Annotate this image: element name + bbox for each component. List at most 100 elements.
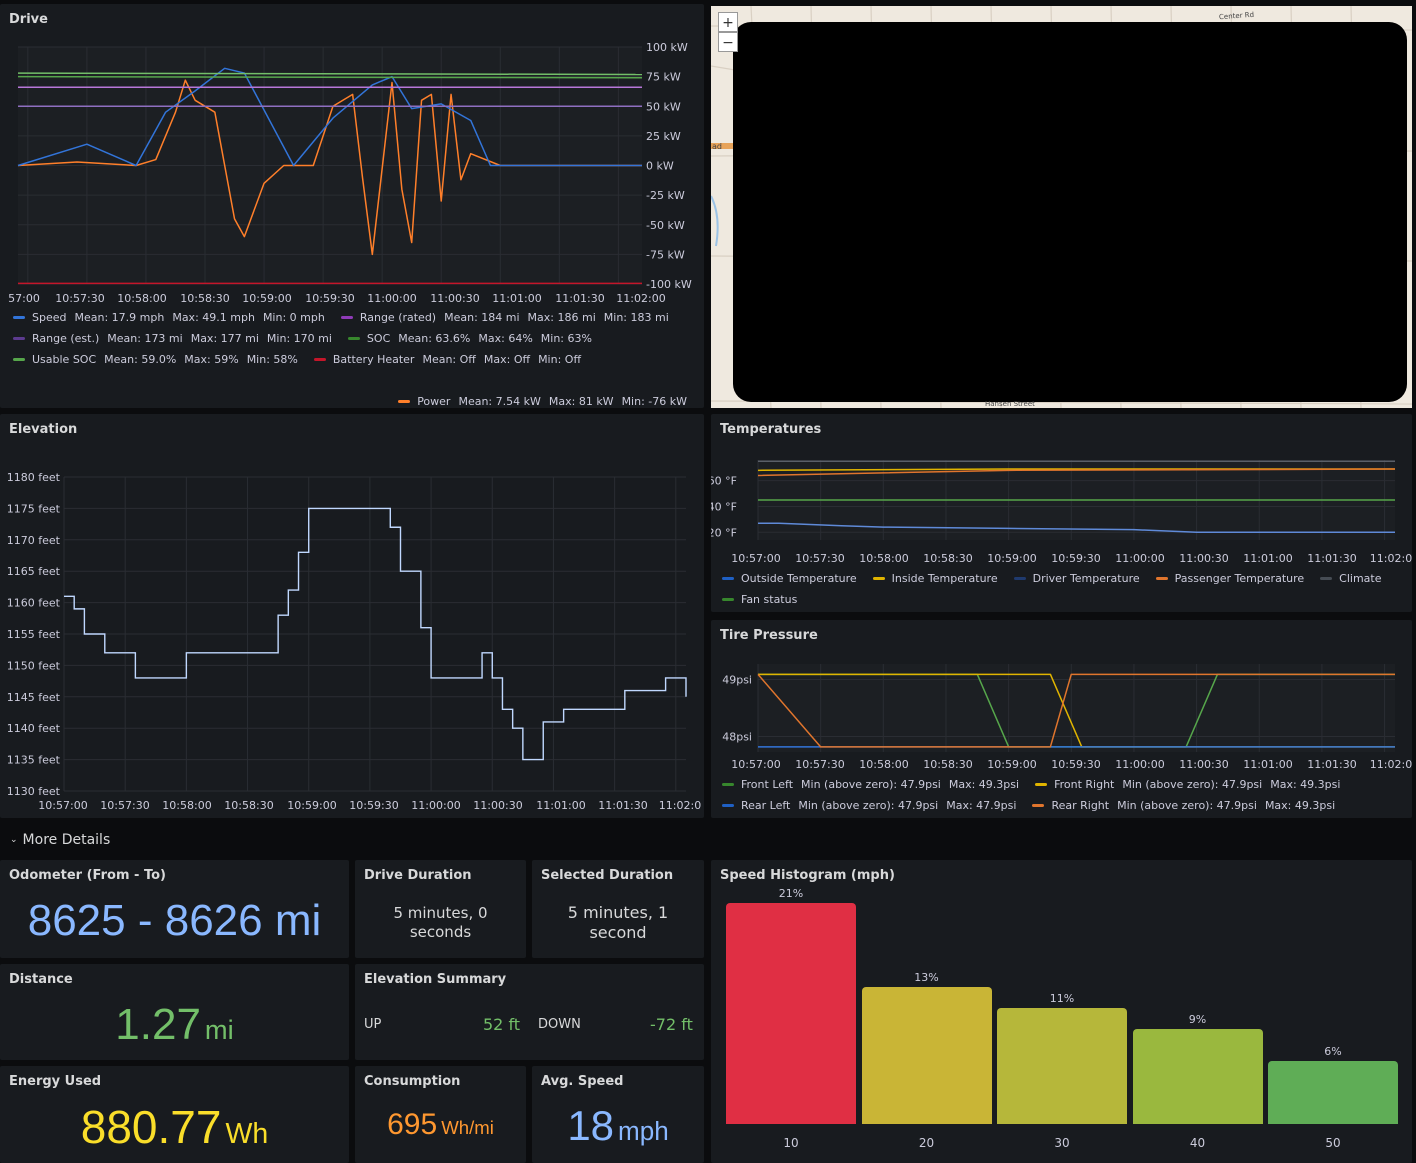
x-tick-label: 11:01:00: [492, 292, 541, 305]
legend-item[interactable]: Climate: [1320, 572, 1389, 585]
chart-grid: [757, 664, 1395, 752]
legend-series-name: Range (rated): [359, 311, 437, 324]
chevron-down-icon: ⌄: [10, 835, 18, 845]
legend-series-name: Range (est.): [32, 332, 100, 345]
legend-item[interactable]: Speed Mean: 17.9 mph Max: 49.1 mph Min: 0 m…: [13, 311, 333, 324]
map-street-label: Hansen Street: [985, 400, 1035, 408]
legend-item[interactable]: Usable SOC Mean: 59.0% Max: 59% Min: 58%: [13, 353, 306, 366]
legend-stat: Mean: 17.9 mph: [74, 311, 165, 324]
histogram-bar[interactable]: [1132, 1029, 1263, 1124]
avg-speed-value-wrap: 18 mph: [532, 1102, 704, 1150]
legend-swatch: [347, 337, 360, 340]
histogram-bar[interactable]: [997, 1008, 1127, 1124]
x-tick-label: 11:02:0: [1370, 758, 1412, 771]
y-tick-label: 49psi: [722, 674, 752, 687]
y-tick-label: 50 kW: [646, 100, 681, 113]
distance-value: 1.27: [115, 1000, 201, 1049]
x-tick-label: 10:58:30: [224, 799, 273, 812]
legend-series-name: Rear Left: [741, 799, 791, 812]
histogram-value-label: 13%: [914, 970, 939, 984]
histogram-bar[interactable]: [726, 902, 856, 1124]
x-tick-label: 11:00:00: [1115, 552, 1164, 565]
selected-duration-title: Selected Duration: [541, 868, 674, 883]
legend-swatch: [872, 577, 885, 580]
x-tick-label: 10:57:30: [100, 799, 149, 812]
legend-swatch: [1013, 577, 1026, 580]
legend-item[interactable]: Power Mean: 7.54 kW Max: 81 kW Min: -76 kW: [398, 395, 695, 408]
map-panel[interactable]: ad Center Rd Hansen Street: [711, 6, 1412, 408]
drive-duration-panel: Drive Duration 5 minutes, 0 seconds: [355, 860, 526, 958]
legend-stat: Min: 183 mi: [603, 311, 669, 324]
legend-item[interactable]: Inside Temperature: [872, 572, 1006, 585]
elevation-chart[interactable]: 1180 feet 1175 feet 1170 feet 1165 feet 1160…: [0, 414, 704, 818]
histogram-bar[interactable]: [1268, 1060, 1398, 1124]
legend-item[interactable]: Battery Heater Mean: Off Max: Off Min: Off: [313, 353, 589, 366]
legend-item[interactable]: Rear Left Min (above zero): 47.9psi Max: 4…: [722, 799, 1024, 812]
x-tick-label: 10:58:30: [923, 758, 972, 771]
histogram-bar[interactable]: [861, 986, 992, 1124]
legend-stat: Mean: 173 mi: [107, 332, 183, 345]
legend-item[interactable]: Range (est.) Mean: 173 mi Max: 177 mi Min: …: [13, 332, 340, 345]
selected-duration-line1: 5 minutes, 1: [567, 903, 669, 922]
plot-area: [758, 664, 1395, 752]
more-details-row-toggle[interactable]: ⌄ More Details: [10, 832, 110, 848]
legend-stat: Min (above zero): 47.9psi: [798, 799, 939, 812]
elevation-panel: Elevation 1180 feet 1175 feet 1170 feet 116…: [0, 414, 704, 818]
x-tick-label: 11:01:00: [536, 799, 585, 812]
legend-swatch: [13, 316, 25, 319]
legend-series-name: Climate: [1339, 572, 1382, 585]
legend-item[interactable]: Front Left Min (above zero): 47.9psi Max: …: [722, 778, 1027, 791]
legend-stat: Min (above zero): 47.9psi: [1117, 799, 1257, 812]
avg-speed-unit: mph: [618, 1116, 669, 1146]
x-tick-label: 11:00:00: [367, 292, 416, 305]
more-details-row-title: More Details: [22, 832, 111, 848]
consumption-unit: Wh/mi: [441, 1117, 494, 1138]
x-tick-label: 10:57:30: [55, 292, 104, 305]
elevation-down-label: DOWN: [538, 1017, 581, 1032]
y-tick-label: 75 kW: [646, 71, 681, 84]
legend-item[interactable]: Passenger Temperature: [1155, 572, 1313, 585]
consumption-title: Consumption: [364, 1074, 461, 1089]
x-tick-label: 57:00: [8, 292, 40, 305]
legend-stat: Min: 0 mph: [262, 311, 325, 324]
legend-item[interactable]: Front Right Min (above zero): 47.9psi Max:…: [1035, 778, 1348, 791]
histogram-category-label: 20: [918, 1136, 935, 1150]
legend-series-name: Inside Temperature: [891, 572, 998, 585]
legend-item[interactable]: Fan status: [722, 593, 805, 606]
legend-series-name: Fan status: [741, 593, 798, 606]
legend-item[interactable]: Rear Right Min (above zero): 47.9psi Max: …: [1032, 799, 1343, 812]
map-zoom-in-button[interactable]: +: [718, 12, 738, 32]
consumption-value-wrap: 695 Wh/mi: [355, 1108, 526, 1142]
legend-item[interactable]: Driver Temperature: [1013, 572, 1148, 585]
x-tick-label: 10:59:30: [1051, 552, 1100, 565]
legend-swatch: [1035, 783, 1048, 786]
y-tick-label: 1150 feet: [7, 659, 61, 672]
legend-item[interactable]: Outside Temperature: [722, 572, 865, 585]
x-tick-label: 10:58:30: [180, 292, 229, 305]
speed-histogram-chart[interactable]: 21% 10 13% 20 11% 30 9% 40 6% 50: [711, 860, 1412, 1163]
temperatures-legend: Outside Temperature Inside Temperature Dri…: [722, 568, 1412, 610]
legend-stat: Mean: 184 mi: [444, 311, 520, 324]
map-zoom-out-button[interactable]: −: [718, 32, 738, 52]
x-tick-label: 10:58:00: [162, 799, 211, 812]
histogram-value-label: 6%: [1324, 1044, 1342, 1058]
legend-stat: Max: 59%: [184, 353, 239, 366]
legend-item[interactable]: SOC Mean: 63.6% Max: 64% Min: 63%: [347, 332, 600, 345]
legend-stat: Max: Off: [483, 353, 531, 366]
legend-swatch: [722, 783, 734, 786]
x-tick-label: 11:01:00: [1243, 552, 1292, 565]
legend-swatch: [1320, 577, 1333, 580]
drive-duration-line1: 5 minutes, 0: [393, 904, 488, 922]
legend-swatch: [722, 598, 734, 601]
y-tick-label: 1130 feet: [7, 785, 61, 798]
y-tick-label: 0 kW: [646, 160, 674, 173]
x-tick-label: 11:01:00: [1243, 758, 1292, 771]
energy-title: Energy Used: [9, 1074, 102, 1089]
legend-item[interactable]: Range (rated) Mean: 184 mi Max: 186 mi Min:…: [340, 311, 677, 324]
legend-stat: Mean: 63.6%: [398, 332, 471, 345]
legend-series-name: Speed: [32, 311, 67, 324]
avg-speed-value: 18: [567, 1102, 615, 1149]
x-tick-label: 10:59:00: [287, 799, 336, 812]
distance-unit: mi: [204, 1014, 234, 1045]
elevation-up-label: UP: [364, 1017, 382, 1032]
